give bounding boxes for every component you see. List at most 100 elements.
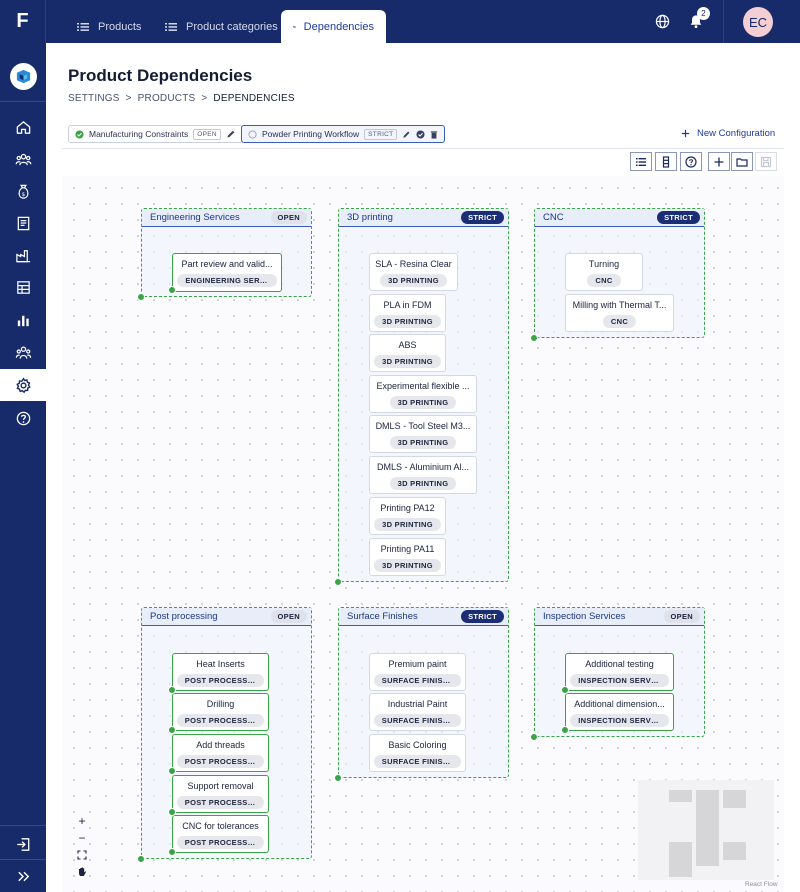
node-card[interactable]: PLA in FDM 3D PRINTING (369, 294, 446, 332)
node-card[interactable]: Additional dimension... INSPECTION SERVI… (565, 693, 674, 731)
lock-interactivity-button[interactable] (73, 863, 91, 880)
node-category-tag: INSPECTION SERVIC... (570, 674, 669, 687)
node-category-tag: CNC (602, 315, 637, 328)
node-card[interactable]: Support removal POST PROCESSING (172, 775, 269, 813)
company-logo-icon[interactable] (10, 63, 37, 90)
node-card[interactable]: Drilling POST PROCESSING (172, 693, 269, 731)
folder-icon (736, 157, 748, 167)
node-title: Part review and valid... (181, 259, 273, 269)
node-card[interactable]: Printing PA12 3D PRINTING (369, 497, 446, 535)
node-card[interactable]: CNC for tolerances POST PROCESSING (172, 815, 269, 853)
node-category-tag: 3D PRINTING (389, 436, 457, 449)
config-chip-powder-printing[interactable]: Powder Printing Workflow STRICT (241, 125, 446, 143)
zoom-out-button[interactable]: − (73, 829, 91, 846)
group-connection-handle[interactable] (530, 334, 538, 342)
node-category-tag: INSPECTION SERVIC... (570, 714, 669, 727)
group-mode-badge: OPEN (270, 610, 307, 623)
app-logo[interactable]: F (0, 0, 46, 43)
group-connection-handle[interactable] (137, 855, 145, 863)
node-connection-handle[interactable] (561, 726, 569, 734)
node-title: Printing PA11 (380, 544, 435, 554)
node-title: Printing PA12 (380, 503, 435, 513)
language-globe-icon[interactable] (653, 0, 671, 43)
node-card[interactable]: Printing PA11 3D PRINTING (369, 538, 446, 576)
group-connection-handle[interactable] (530, 733, 538, 741)
node-title: Additional testing (585, 659, 654, 669)
node-card[interactable]: SLA - Resina Clear 3D PRINTING (369, 253, 458, 291)
user-avatar[interactable]: EC (743, 7, 773, 37)
group-connection-handle[interactable] (137, 293, 145, 301)
sidebar-item-analytics[interactable] (0, 304, 46, 336)
open-folder-button[interactable] (731, 152, 753, 171)
sidebar-item-home[interactable] (0, 111, 46, 143)
node-card[interactable]: Premium paint SURFACE FINISHES (369, 653, 466, 691)
tab-dependencies[interactable]: Dependencies (281, 10, 386, 43)
config-mode-badge: OPEN (193, 128, 221, 140)
list-icon (77, 22, 89, 31)
tab-products[interactable]: Products (64, 10, 153, 43)
trash-icon[interactable] (430, 130, 438, 139)
node-connection-handle[interactable] (168, 808, 176, 816)
sidebar-item-finance[interactable]: $ (0, 175, 46, 207)
tab-product-categories[interactable]: Product categories (152, 10, 290, 43)
node-card[interactable]: Add threads POST PROCESSING (172, 734, 269, 772)
group-mode-badge: OPEN (270, 211, 307, 224)
logout-button[interactable] (0, 828, 46, 860)
edit-pencil-icon[interactable] (226, 129, 236, 139)
sidebar-item-tables[interactable] (0, 271, 46, 303)
help-button[interactable] (680, 152, 702, 171)
config-mode-badge: STRICT (364, 128, 398, 140)
list-view-button[interactable] (630, 152, 652, 171)
node-connection-handle[interactable] (168, 726, 176, 734)
add-node-button[interactable] (708, 152, 730, 171)
node-connection-handle[interactable] (168, 848, 176, 856)
node-card[interactable]: Heat Inserts POST PROCESSING (172, 653, 269, 691)
node-card[interactable]: ABS 3D PRINTING (369, 334, 446, 372)
zoom-in-button[interactable]: + (73, 812, 91, 829)
node-card[interactable]: Basic Coloring SURFACE FINISHES (369, 734, 466, 772)
config-chip-manufacturing[interactable]: Manufacturing Constraints OPEN (68, 125, 243, 143)
node-category-tag: 3D PRINTING (374, 355, 441, 368)
group-title: 3D printing (347, 212, 393, 223)
node-connection-handle[interactable] (168, 767, 176, 775)
edit-pencil-icon[interactable] (402, 130, 411, 139)
node-category-tag: 3D PRINTING (380, 274, 447, 287)
sidebar-item-documents[interactable] (0, 207, 46, 239)
node-connection-handle[interactable] (561, 686, 569, 694)
group-connection-handle[interactable] (334, 774, 342, 782)
node-card[interactable]: Experimental flexible ... 3D PRINTING (369, 375, 477, 413)
group-title: Engineering Services (150, 212, 240, 223)
breadcrumb-separator: > (201, 93, 208, 104)
home-icon (16, 120, 30, 134)
new-configuration-button[interactable]: New Configuration (681, 128, 775, 139)
node-title: Heat Inserts (196, 659, 245, 669)
sidebar-item-help[interactable] (0, 402, 46, 434)
fit-view-button[interactable] (73, 846, 91, 863)
save-button[interactable] (755, 152, 777, 171)
node-card[interactable]: Industrial Paint SURFACE FINISHES (369, 693, 466, 731)
node-connection-handle[interactable] (168, 686, 176, 694)
column-view-button[interactable] (655, 152, 677, 171)
notifications-bell-icon[interactable]: 2 (682, 0, 710, 43)
sidebar-item-production[interactable] (0, 239, 46, 271)
group-title: Post processing (150, 611, 218, 622)
sidebar-item-settings[interactable] (0, 369, 46, 401)
node-connection-handle[interactable] (168, 286, 176, 294)
node-category-tag: ENGINEERING SERVI... (177, 274, 277, 287)
group-connection-handle[interactable] (334, 578, 342, 586)
node-card[interactable]: Turning CNC (565, 253, 643, 291)
node-card[interactable]: Part review and valid... ENGINEERING SER… (172, 253, 282, 292)
breadcrumb-settings[interactable]: SETTINGS (68, 93, 120, 104)
node-card[interactable]: DMLS - Aluminium Al... 3D PRINTING (369, 456, 477, 494)
sidebar-item-team[interactable] (0, 336, 46, 368)
expand-sidebar-button[interactable] (0, 860, 46, 892)
node-card[interactable]: Additional testing INSPECTION SERVIC... (565, 653, 674, 691)
node-category-tag: SURFACE FINISHES (373, 755, 462, 768)
node-card[interactable]: DMLS - Tool Steel M3... 3D PRINTING (369, 415, 477, 453)
minimap[interactable] (638, 780, 774, 880)
sidebar-item-users[interactable] (0, 143, 46, 175)
node-card[interactable]: Milling with Thermal T... CNC (565, 294, 674, 332)
react-flow-attribution[interactable]: React Flow (745, 881, 778, 888)
activate-check-icon[interactable] (416, 129, 426, 139)
breadcrumb-products[interactable]: PRODUCTS (138, 93, 196, 104)
